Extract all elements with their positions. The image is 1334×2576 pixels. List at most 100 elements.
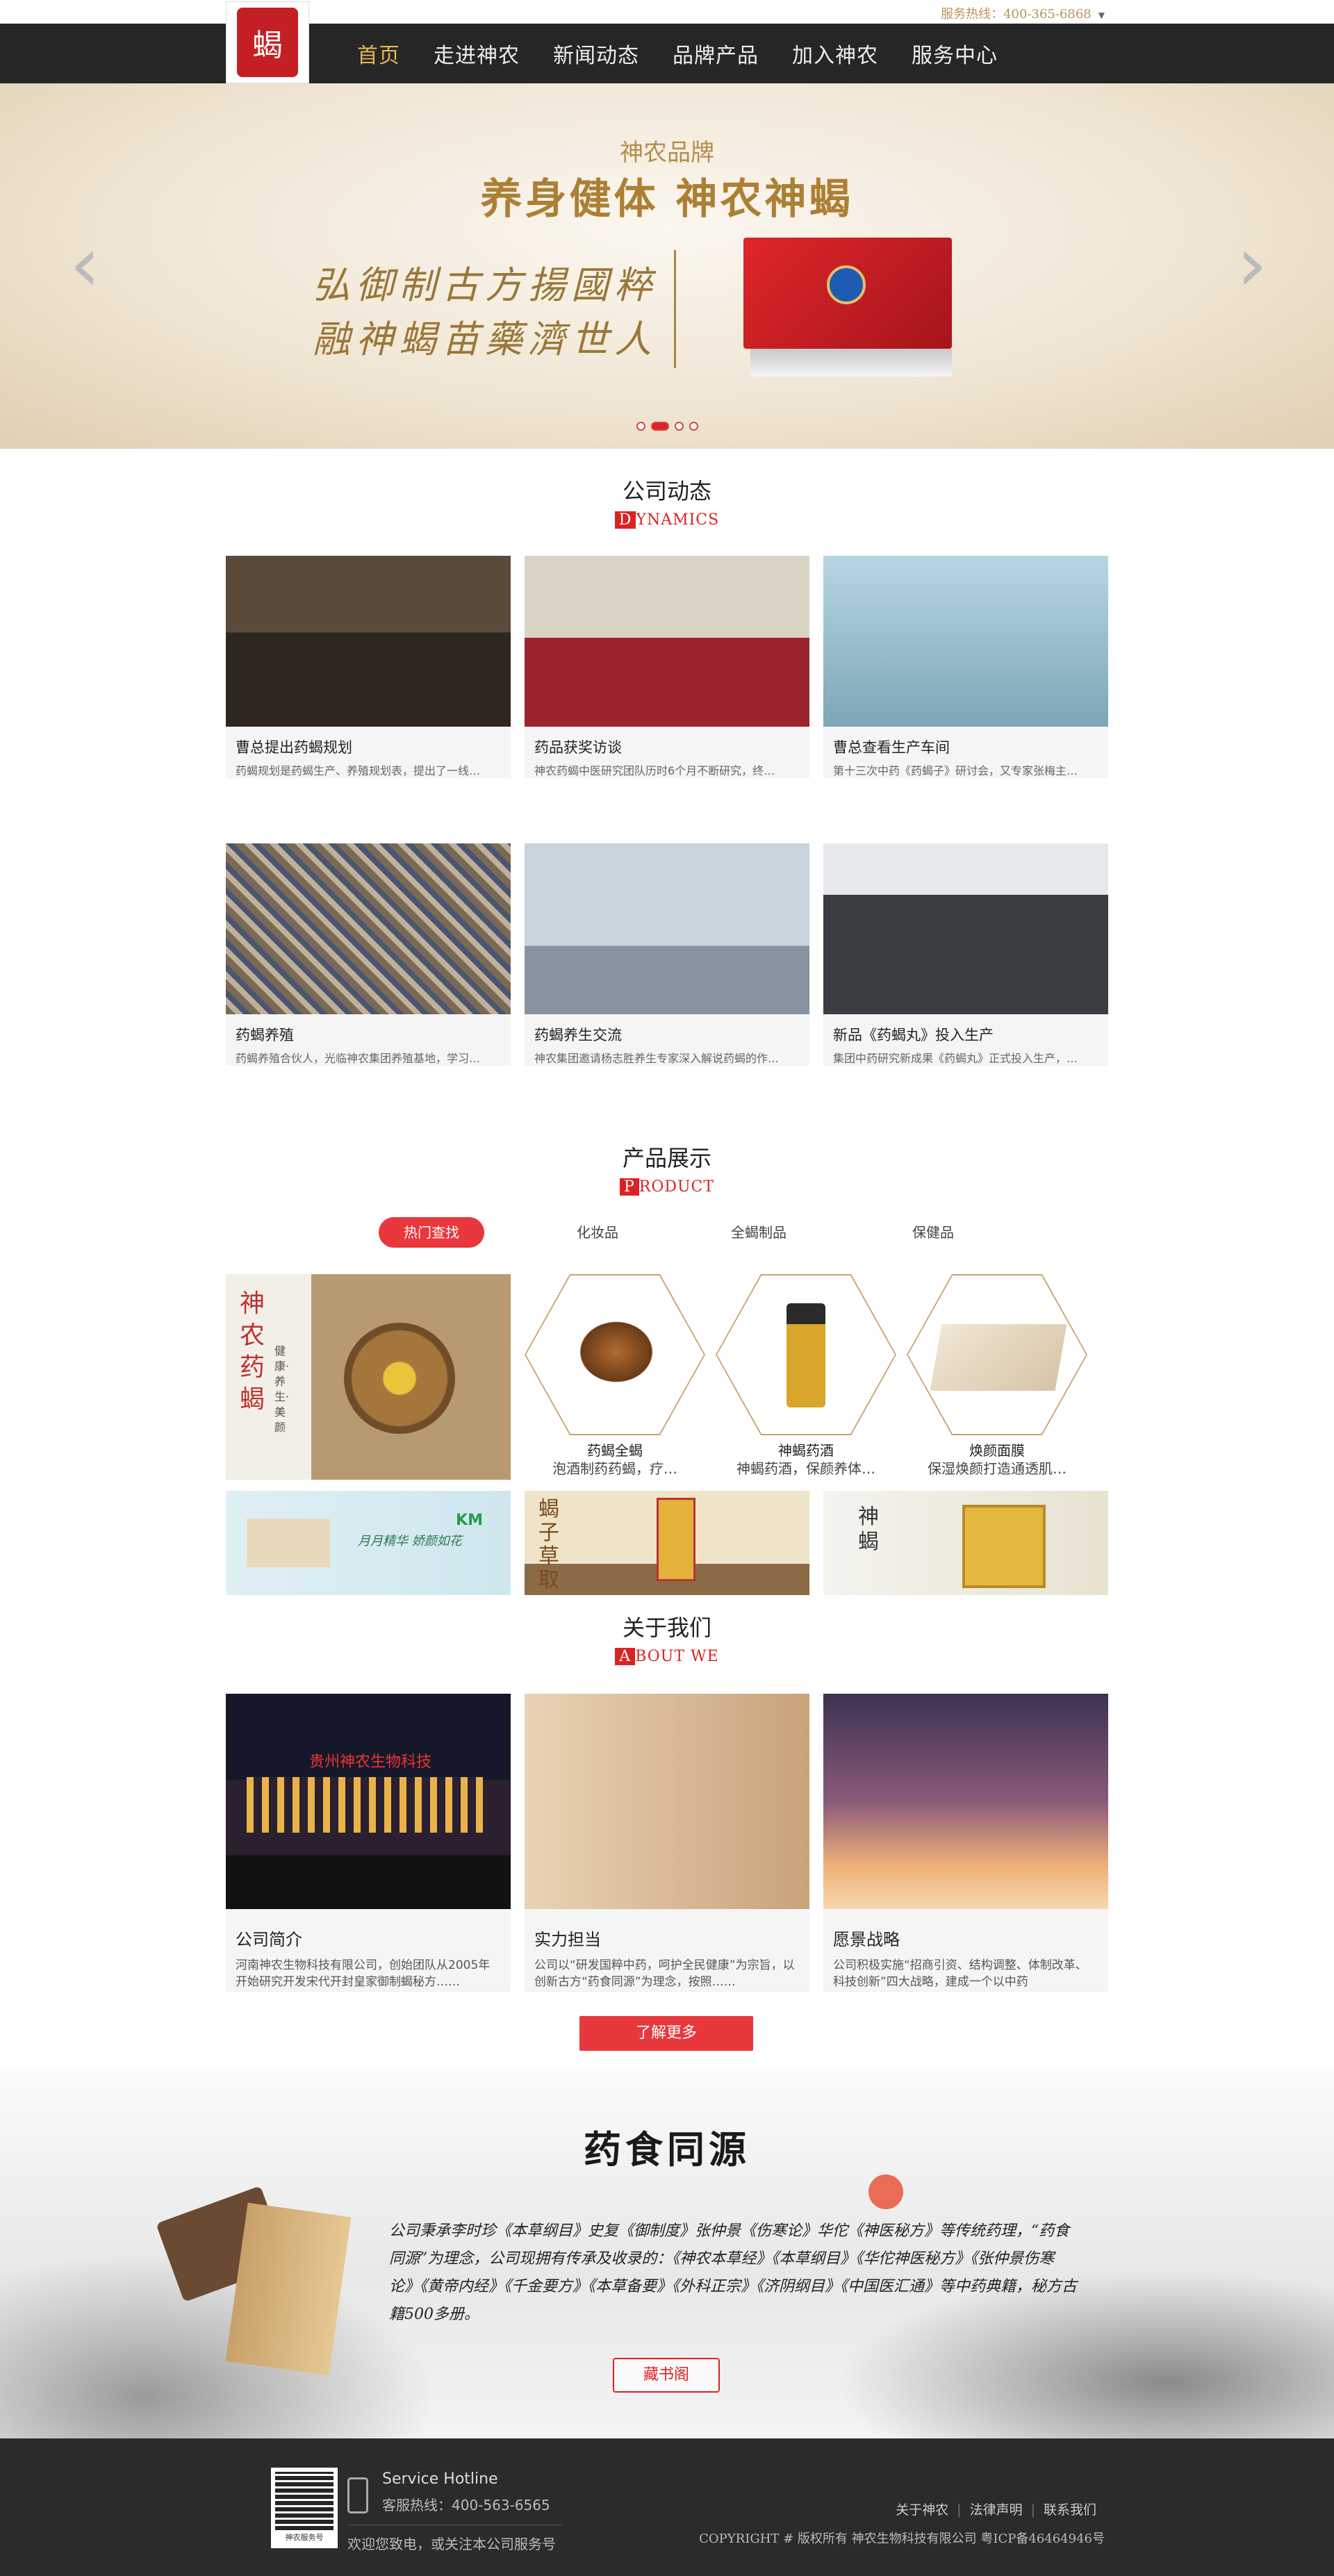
about-desc: 河南神农生物科技有限公司，创始团队从2005年开始研究开发宋代开封皇家御制蝎秘方… (236, 1958, 491, 1989)
qr-code-icon (275, 2472, 334, 2530)
product-card[interactable] (716, 1274, 896, 1435)
product-card[interactable] (525, 1274, 705, 1435)
about-title[interactable]: 愿景战略 (823, 1909, 1108, 1950)
footer-link-contact[interactable]: 联系我们 (1035, 2502, 1105, 2518)
library-button[interactable]: 藏书阁 (613, 2358, 720, 2393)
banner-divider (674, 250, 676, 368)
about-desc: 公司以“研发国粹中药，呵护全民健康”为宗旨，以创新古方“药食同源”为理念，按照…… (534, 1958, 795, 1989)
about-title[interactable]: 公司简介 (226, 1909, 511, 1950)
news-title[interactable]: 曹总查看生产车间 (823, 727, 1108, 757)
footer-link-about[interactable]: 关于神农 (887, 2502, 957, 2518)
news-card[interactable]: 药蝎养殖 药蝎养殖合伙人，光临神农集团养殖基地，学习… (226, 843, 511, 1066)
nav-item-products[interactable]: 品牌产品 (656, 38, 775, 69)
product-gift-box (743, 238, 952, 385)
top-bar: 服务热线：400-365-6868 ▼ (0, 0, 1334, 24)
chevron-down-icon[interactable]: ▼ (1098, 10, 1105, 20)
carousel-dot-active[interactable] (650, 422, 669, 431)
footer-link-legal[interactable]: 法律声明 (962, 2502, 1031, 2518)
nav-item-about[interactable]: 走进神农 (417, 38, 536, 69)
calligraphy-line-2: 融神蝎苗藥濟世人 (313, 317, 657, 361)
news-desc: 第十三次中药《药蝎子》研讨会，又专家张梅主… (833, 764, 1078, 777)
footer-links: 关于神农 | 法律声明 | 联系我们 (887, 2500, 1105, 2518)
about-desc: 公司积极实施“招商引资、结构调整、体制改革、科技创新”四大战略，建成一个以中药 (833, 1958, 1087, 1989)
news-card[interactable]: 曹总查看生产车间 第十三次中药《药蝎子》研讨会，又专家张梅主… (823, 556, 1108, 778)
news-title[interactable]: 曹总提出药蝎规划 (226, 727, 511, 757)
news-title[interactable]: 药蝎养殖 (226, 1014, 511, 1045)
tab-hot[interactable]: 热门查找 (379, 1217, 484, 1248)
product-name[interactable]: 神蝎药酒 (716, 1439, 896, 1460)
ink-text: 公司秉承李时珍《本草纲目》史复《御制度》张仲景《伤寒论》华佗《神医秘方》等传统药… (389, 2222, 1078, 2323)
qr-code: 神农服务号 (271, 2468, 338, 2548)
product-name[interactable]: 焕颜面膜 (907, 1439, 1087, 1460)
carousel-dots (0, 422, 1334, 431)
chevron-right-icon[interactable]: › (1237, 222, 1267, 306)
sun-icon (868, 2174, 903, 2209)
news-image (823, 556, 1108, 727)
product-mini-banners: 月月精华 娇颜如花 KM 蝎子草取 神蝎 (226, 1491, 1108, 1595)
news-title[interactable]: 新品《药蝎丸》投入生产 (823, 1014, 1108, 1045)
product-card[interactable] (907, 1274, 1087, 1435)
service-phone: 客服热线：400-563-6565 (382, 2497, 550, 2513)
banner-title: 养身健体 神农神蝎 (480, 175, 854, 224)
hotline: 服务热线：400-365-6868 ▼ (941, 4, 1105, 22)
product-name[interactable]: 药蝎全蝎 (525, 1439, 705, 1460)
hotline-text: 服务热线：400-365-6868 (941, 7, 1092, 22)
product-tabs: 热门查找 化妆品 全蝎制品 保健品 (0, 1217, 1334, 1248)
tab-cosmetics[interactable]: 化妆品 (556, 1217, 639, 1248)
news-card[interactable]: 曹总提出药蝎规划 药蝎规划是药蝎生产、养殖规划表，提出了一线… (226, 556, 511, 778)
carousel-dot[interactable] (689, 422, 698, 431)
news-image (226, 556, 511, 727)
nav-item-news[interactable]: 新闻动态 (536, 38, 656, 69)
mini-banner[interactable]: 神蝎 (823, 1491, 1108, 1595)
news-image (226, 843, 511, 1014)
footer-welcome: 欢迎您致电，或关注本公司服务号 (347, 2536, 556, 2552)
learn-more-button[interactable]: 了解更多 (579, 2016, 753, 2051)
tab-scorpion[interactable]: 全蝎制品 (717, 1217, 800, 1248)
ink-painting-section: 药食同源 公司秉承李时珍《本草纲目》史复《御制度》张仲景《伤寒论》华佗《神医秘方… (0, 2070, 1334, 2438)
qr-caption: 神农服务号 (285, 2533, 324, 2542)
banner-calligraphy: 弘御制古方揚國粹 融神蝎苗藥濟世人 (313, 258, 657, 367)
nav-menu: 首页 走进神农 新闻动态 品牌产品 加入神农 服务中心 (340, 24, 1014, 83)
about-card[interactable]: 贵州神农生物科技 公司简介 河南神农生物科技有限公司，创始团队从2005年开始研… (226, 1694, 511, 1992)
banner-vertical-text: 神农药蝎 (240, 1289, 265, 1414)
nav-item-join[interactable]: 加入神农 (775, 38, 895, 69)
news-image (823, 843, 1108, 1014)
tab-health[interactable]: 保健品 (891, 1217, 975, 1248)
about-grid: 贵州神农生物科技 公司简介 河南神农生物科技有限公司，创始团队从2005年开始研… (226, 1694, 1108, 1992)
news-card[interactable]: 新品《药蝎丸》投入生产 集团中药研究新成果《药蝎丸》正式投入生产，… (823, 843, 1108, 1066)
logo[interactable]: 蝎 (226, 1, 309, 83)
news-card[interactable]: 药蝎养生交流 神农集团邀请杨志胜养生专家深入解说药蝎的作… (525, 843, 809, 1066)
news-desc: 神农药蝎中医研究团队历时6个月不断研究，终… (534, 764, 775, 777)
about-card[interactable]: 实力担当 公司以“研发国粹中药，呵护全民健康”为宗旨，以创新古方“药食同源”为理… (525, 1694, 809, 1992)
news-card[interactable]: 药品获奖访谈 神农药蝎中医研究团队历时6个月不断研究，终… (525, 556, 809, 778)
section-subtitle: P RODUCT (0, 1178, 1334, 1196)
news-desc: 集团中药研究新成果《药蝎丸》正式投入生产，… (833, 1052, 1078, 1065)
hero-banner[interactable]: 神农品牌 养身健体 神农神蝎 弘御制古方揚國粹 融神蝎苗藥濟世人 ‹ › (0, 83, 1334, 449)
news-title[interactable]: 药蝎养生交流 (525, 1014, 809, 1045)
main-nav: 蝎 首页 走进神农 新闻动态 品牌产品 加入神农 服务中心 (0, 1, 1334, 83)
mini-banner[interactable]: 月月精华 娇颜如花 KM (226, 1491, 511, 1595)
copyright: COPYRIGHT # 版权所有 神农生物科技有限公司 粤ICP备4646494… (699, 2532, 1105, 2546)
about-card[interactable]: 愿景战略 公司积极实施“招商引资、结构调整、体制改革、科技创新”四大战略，建成一… (823, 1694, 1108, 1992)
nav-item-service[interactable]: 服务中心 (895, 38, 1014, 69)
product-desc: 保湿焕颜打造通透肌… (928, 1460, 1067, 1477)
news-image (525, 556, 809, 727)
nav-item-home[interactable]: 首页 (340, 38, 417, 69)
news-title[interactable]: 药品获奖访谈 (525, 727, 809, 757)
news-heading: 公司动态 D YNAMICS (0, 474, 1334, 529)
product-desc: 神蝎药酒，保颜养体… (736, 1460, 875, 1477)
about-title[interactable]: 实力担当 (525, 1909, 809, 1950)
product-feature-banner[interactable]: 神农药蝎 健康·养生·美颜 (226, 1274, 511, 1480)
news-desc: 药蝎规划是药蝎生产、养殖规划表，提出了一线… (236, 764, 481, 777)
phone-icon (347, 2477, 368, 2513)
about-heading: 关于我们 A BOUT WE (0, 1610, 1334, 1665)
news-image (525, 843, 809, 1014)
carousel-dot[interactable] (636, 422, 645, 431)
mini-banner[interactable]: 蝎子草取 (525, 1491, 809, 1595)
section-subtitle: D YNAMICS (0, 511, 1334, 529)
chevron-left-icon[interactable]: ‹ (69, 222, 100, 306)
ink-title: 药食同源 (584, 2127, 750, 2172)
carousel-dot[interactable] (674, 422, 684, 431)
section-title: 公司动态 (622, 478, 711, 504)
products-heading: 产品展示 P RODUCT (0, 1141, 1334, 1196)
